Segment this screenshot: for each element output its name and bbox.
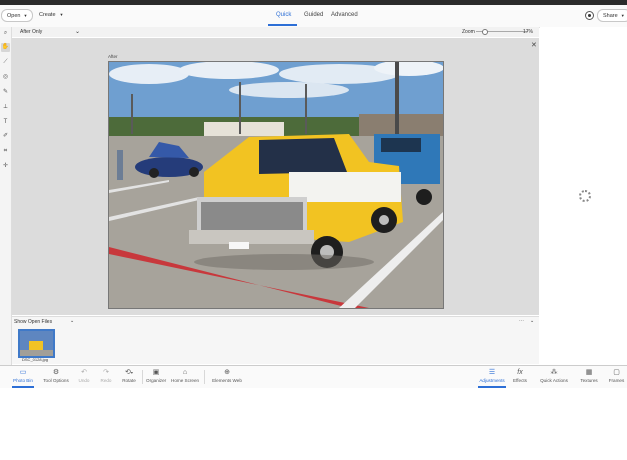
quick-actions-icon: ⁂ (550, 369, 558, 376)
photo-bin-icon: ▭ (19, 369, 27, 376)
eye-tool-icon[interactable]: ◎ (1, 73, 10, 82)
zoom-tool-icon[interactable]: ⌕ (1, 29, 10, 38)
chevron-down-icon: ▼ (620, 13, 625, 18)
zoom-label: Zoom (462, 29, 475, 35)
globe-icon: ⊕ (224, 369, 230, 376)
active-tab-indicator (268, 24, 297, 26)
redo-button[interactable]: ↷ Redo (99, 368, 113, 383)
hand-tool-icon[interactable]: ✋ (1, 43, 10, 52)
tool-options-label: Tool Options (43, 378, 69, 383)
zoom-slider-handle[interactable] (481, 29, 488, 35)
create-label: Create (39, 12, 56, 18)
thumbnail-filename: DSC_0128.jpg (22, 357, 49, 362)
frames-icon: ▢ (613, 369, 620, 376)
chevron-down-icon[interactable]: ⌄ (530, 318, 534, 324)
photo-bin-button[interactable]: ▭ Photo Bin (12, 368, 34, 383)
chevron-down-icon: ▼ (59, 12, 64, 17)
effects-label: Effects (513, 378, 527, 383)
rotate-label: Rotate (122, 378, 136, 383)
type-tool-icon[interactable]: T (1, 118, 10, 127)
quick-selection-tool-icon[interactable]: ⟋ (1, 58, 10, 67)
elements-web-button[interactable]: ⊕ Elements Web (211, 368, 243, 383)
effects-button[interactable]: fx Effects (511, 368, 529, 383)
redo-icon: ↷ (103, 369, 109, 376)
open-button[interactable]: Open ▼ (1, 9, 34, 22)
photo-image (108, 61, 444, 309)
crop-tool-icon[interactable]: ⌗ (1, 147, 10, 156)
active-indicator (12, 386, 34, 388)
tab-quick[interactable]: Quick (276, 12, 291, 18)
photo-bin-label: Photo Bin (13, 378, 33, 383)
share-label: Share (603, 13, 618, 19)
textures-icon: ▦ (585, 369, 593, 376)
tab-guided[interactable]: Guided (304, 12, 323, 18)
zoom-slider[interactable] (476, 29, 528, 35)
adjustments-label: Adjustments (479, 378, 505, 383)
home-icon: ⌂ (182, 369, 188, 376)
zoom-value: 17% (523, 29, 534, 35)
adjustments-panel (540, 27, 627, 365)
loading-spinner-icon (579, 190, 591, 202)
adjustments-icon: ☰ (488, 369, 496, 376)
top-toolbar: Open ▼ Create ▼ Quick Guided Advanced Shar… (0, 5, 627, 28)
frames-button[interactable]: ▢ Frames (606, 368, 627, 383)
spot-healing-brush-icon[interactable]: ✐ (1, 132, 10, 141)
chevron-down-icon: ▼ (23, 13, 28, 18)
move-tool-icon[interactable]: ✛ (1, 162, 10, 171)
tool-options-icon: ⚙ (52, 369, 60, 376)
quick-actions-label: Quick Actions (540, 378, 568, 383)
undo-button[interactable]: ↶ Undo (77, 368, 91, 383)
tool-options-button[interactable]: ⚙ Tool Options (42, 368, 70, 383)
more-options-icon[interactable]: ⋯ (519, 318, 524, 324)
rotate-button[interactable]: ⟲▾ Rotate (120, 368, 138, 383)
close-icon[interactable]: ✕ (531, 41, 537, 49)
undo-label: Undo (78, 378, 90, 383)
toolbox: ⌕ ✋ ⟋ ◎ ✎ ⟂ T ✐ ⌗ ✛ (0, 27, 12, 365)
photo-bin: DSC_0128.jpg (12, 325, 539, 364)
bottom-bar: ▭ Photo Bin ⚙ Tool Options ↶ Undo ↷ Redo… (0, 365, 627, 388)
chevron-down-icon[interactable]: ⌄ (75, 28, 80, 35)
home-screen-label: Home Screen (171, 378, 200, 383)
view-mode-select[interactable]: After Only (20, 29, 42, 35)
quick-actions-button[interactable]: ⁂ Quick Actions (539, 368, 569, 383)
adjustments-button[interactable]: ☰ Adjustments (478, 368, 506, 383)
theme-toggle-icon[interactable] (585, 11, 594, 20)
open-label: Open (7, 13, 21, 19)
organizer-button[interactable]: ▣ Organizer (146, 368, 166, 383)
create-button[interactable]: Create ▼ (39, 12, 63, 18)
organizer-icon: ▣ (152, 369, 160, 376)
rotate-icon: ⟲▾ (125, 369, 133, 376)
divider (204, 370, 205, 384)
document-header: After Only ⌄ Zoom 17% (12, 27, 539, 37)
chevron-down-icon[interactable]: ⌄ (70, 318, 74, 324)
tab-advanced[interactable]: Advanced (331, 12, 358, 18)
textures-label: Textures (580, 378, 598, 383)
effects-icon: fx (517, 369, 523, 376)
home-screen-button[interactable]: ⌂ Home Screen (171, 368, 199, 383)
straighten-tool-icon[interactable]: ⟂ (1, 103, 10, 112)
whiten-teeth-tool-icon[interactable]: ✎ (1, 88, 10, 97)
undo-icon: ↶ (81, 369, 87, 376)
frames-label: Frames (608, 378, 625, 383)
after-label: After (108, 54, 118, 59)
photo-thumbnail[interactable] (18, 329, 55, 358)
active-indicator (478, 386, 506, 388)
organizer-label: Organizer (146, 378, 167, 383)
elements-web-label: Elements Web (212, 378, 242, 383)
textures-button[interactable]: ▦ Textures (578, 368, 600, 383)
share-button[interactable]: Share ▼ (597, 9, 627, 22)
divider (142, 370, 143, 384)
redo-label: Redo (100, 378, 112, 383)
